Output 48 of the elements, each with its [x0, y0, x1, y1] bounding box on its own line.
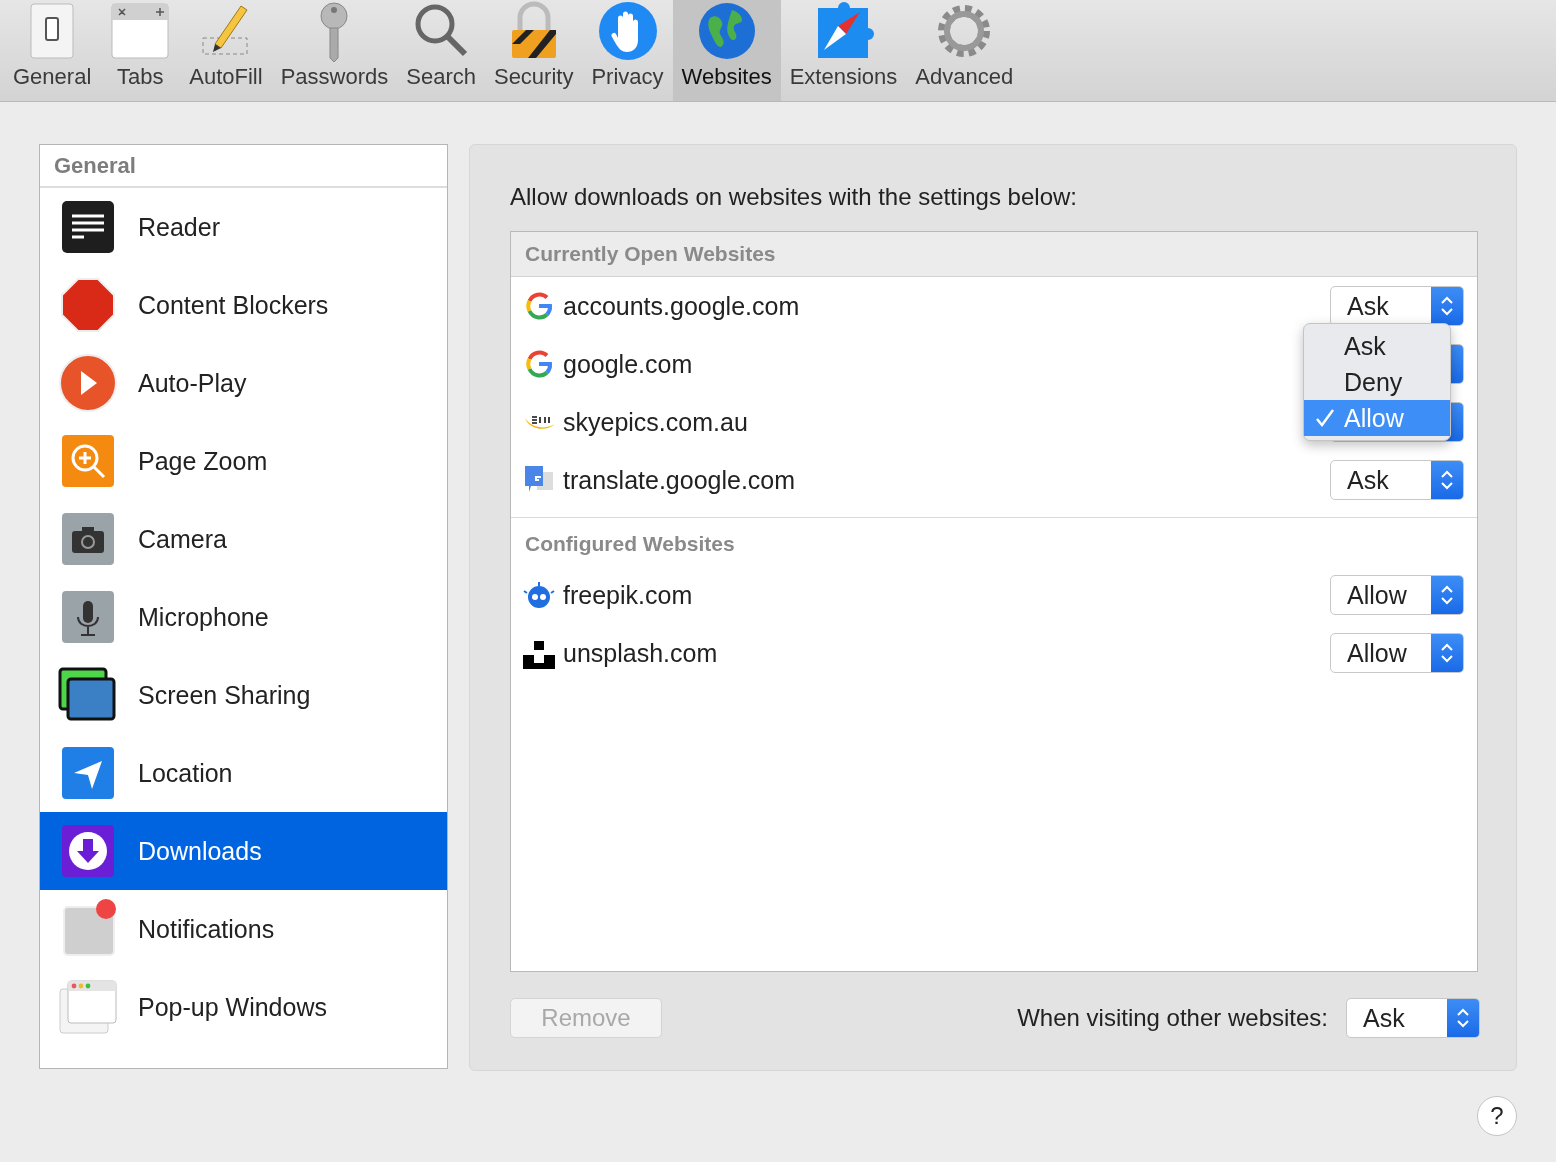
- site-name: google.com: [563, 349, 693, 379]
- sidebar-item[interactable]: Location: [40, 734, 447, 812]
- sidebar-item[interactable]: Notifications: [40, 890, 447, 968]
- play-icon: [58, 353, 118, 413]
- popup-windows-icon: [58, 977, 118, 1037]
- toolbar-tab[interactable]: AutoFill: [180, 0, 272, 101]
- panel-title: Allow downloads on websites with the settings below:: [510, 183, 1078, 211]
- sidebar-item[interactable]: Camera: [40, 500, 447, 578]
- sidebar-item[interactable]: Reader: [40, 188, 447, 266]
- menu-item[interactable]: Deny: [1304, 364, 1450, 400]
- toolbar-tab[interactable]: Search: [397, 0, 485, 101]
- popup-menu[interactable]: Ask: [1330, 460, 1464, 500]
- toolbar-tab[interactable]: Tabs: [100, 0, 181, 101]
- popup-menu[interactable]: Ask: [1330, 286, 1464, 326]
- robot-icon: [523, 579, 555, 611]
- popup-menu[interactable]: Allow: [1330, 633, 1464, 673]
- site-name: translate.google.com: [563, 465, 796, 495]
- toolbar-tab[interactable]: Passwords: [271, 0, 398, 101]
- sidebar-item[interactable]: Auto-Play: [40, 344, 447, 422]
- section-header: Configured Websites: [525, 532, 735, 556]
- toolbar-tab[interactable]: Privacy: [582, 0, 673, 101]
- toolbar-tab[interactable]: General: [4, 0, 101, 101]
- popup-menu[interactable]: Ask: [1346, 998, 1480, 1038]
- menu-item[interactable]: Ask: [1304, 328, 1450, 364]
- sidebar-item[interactable]: Pop-up Windows: [40, 968, 447, 1046]
- toolbar-tab[interactable]: Advanced: [906, 0, 1023, 101]
- google-icon: [523, 348, 555, 380]
- list-header: General: [54, 152, 136, 179]
- field-label: When visiting other websites:: [1017, 1004, 1328, 1032]
- sidebar-item[interactable]: Downloads: [40, 812, 447, 890]
- toolbar-tab[interactable]: Websites: [672, 0, 781, 101]
- toolbar-tab[interactable]: Security: [484, 0, 583, 101]
- sidebar-item[interactable]: Content Blockers: [40, 266, 447, 344]
- google-icon: [523, 290, 555, 322]
- popup-menu[interactable]: Allow: [1330, 575, 1464, 615]
- help-button[interactable]: ?: [1477, 1096, 1517, 1136]
- site-name: unsplash.com: [563, 638, 718, 668]
- site-name: skyepics.com.au: [563, 407, 748, 437]
- hand-icon: [596, 0, 659, 62]
- sidebar-item[interactable]: Page Zoom: [40, 422, 447, 500]
- sidebar-item[interactable]: Microphone: [40, 578, 447, 656]
- checkmark-icon: [1314, 407, 1336, 429]
- sidebar-item[interactable]: Screen Sharing: [40, 656, 447, 734]
- site-name: accounts.google.com: [563, 291, 800, 321]
- section-header: Currently Open Websites: [511, 232, 1477, 277]
- site-name: freepik.com: [563, 580, 693, 610]
- toolbar-tab[interactable]: Extensions: [780, 0, 907, 101]
- stop-sign-icon: [58, 275, 118, 335]
